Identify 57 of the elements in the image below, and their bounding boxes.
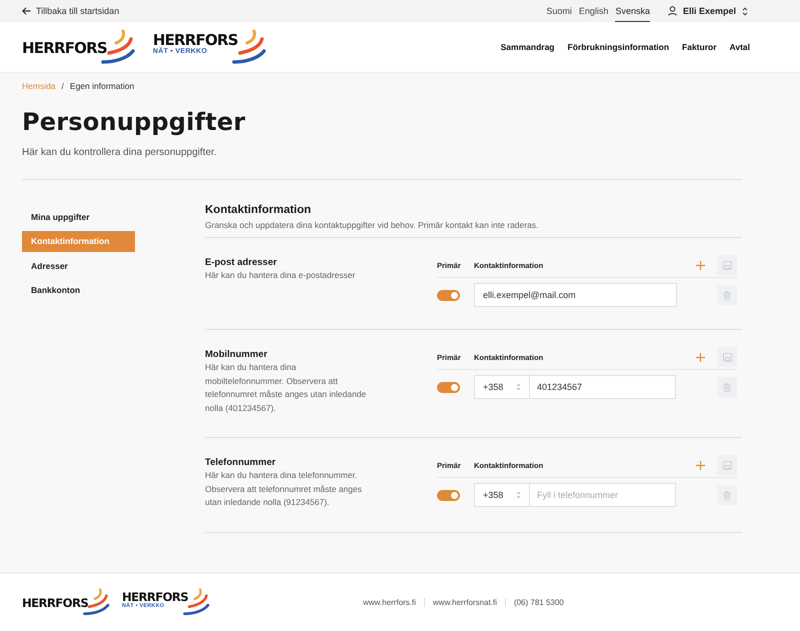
primary-toggle[interactable] [437, 290, 460, 300]
nav-link[interactable]: Sammandrag [500, 42, 554, 52]
brand-name: HERRFORS [22, 41, 107, 56]
trash-icon [723, 490, 731, 500]
chevron-updown-icon [516, 491, 521, 499]
primary-toggle[interactable] [437, 490, 460, 500]
delete-button[interactable] [717, 285, 737, 305]
section-description: Här kan du hantera dina telefonnummer. Observera att telefonnumret måste anges utan inledande nolla (91234567). [205, 469, 363, 509]
section-description: Här kan du hantera dina mobiltelefonnummer. Observera att telefonnumret måste anges utan inledande nolla (401234567). [205, 361, 368, 415]
section-title: Telefonnummer [205, 457, 277, 468]
breadcrumb-current: Egen information [70, 81, 134, 91]
section-description: Här kan du hantera dina e-postadresser [205, 269, 356, 282]
brand-name: HERRFORS [22, 598, 88, 610]
footer-link[interactable]: www.herrfors.fi [355, 598, 424, 607]
delete-button[interactable] [717, 485, 737, 505]
trash-icon [723, 290, 731, 300]
sidebar-item[interactable]: Mina uppgifter [22, 206, 135, 227]
user-name[interactable]: Elli Exempel [682, 6, 736, 16]
back-link[interactable]: Tillbaka till startsidan [22, 6, 120, 16]
language-tab[interactable]: English [578, 0, 608, 22]
sidebar-item[interactable]: Bankkonton [22, 280, 135, 300]
country-code-select[interactable]: +358 [474, 483, 530, 507]
footer-link[interactable]: www.herrforsnat.fi [424, 598, 505, 607]
page-subtitle: Här kan du kontrollera dina personuppgifter. [22, 147, 218, 158]
user-icon [668, 6, 677, 16]
chevron-updown-icon [516, 383, 521, 391]
brand-name: HERRFORS [152, 33, 238, 48]
phone-field[interactable]: 401234567 [530, 375, 676, 399]
section-title: Mobilnummer [205, 349, 268, 360]
nav-link[interactable]: Fakturor [682, 42, 717, 52]
save-icon [722, 260, 732, 270]
email-field[interactable]: elli.exempel@mail.com [474, 283, 677, 307]
arrow-left-icon [22, 7, 31, 15]
plus-icon[interactable] [696, 260, 705, 270]
content-description: Granska och uppdatera dina kontaktuppgifter vid behov. Primär kontakt kan inte raderas. [205, 220, 540, 230]
trash-icon [723, 382, 731, 392]
language-tab[interactable]: Suomi [546, 0, 572, 22]
page-title: Personuppgifter [22, 108, 246, 136]
country-code-select[interactable]: +358 [474, 375, 530, 399]
save-icon [722, 460, 732, 470]
save-button[interactable] [717, 347, 737, 367]
section-title: E-post adresser [205, 257, 278, 268]
plus-icon[interactable] [696, 352, 705, 362]
brand-name: HERRFORS [122, 592, 188, 604]
nav-link[interactable]: Avtal [730, 42, 750, 52]
chevron-updown-icon[interactable] [742, 6, 748, 16]
nav-link[interactable]: Förbrukningsinformation [568, 42, 670, 52]
save-button[interactable] [717, 455, 737, 475]
save-button[interactable] [717, 255, 737, 275]
delete-button[interactable] [717, 377, 737, 397]
breadcrumb-separator: / [62, 81, 64, 91]
save-icon [722, 352, 732, 362]
primary-toggle[interactable] [437, 382, 460, 392]
sidebar-item[interactable]: Adresser [22, 255, 135, 276]
plus-icon[interactable] [696, 460, 705, 470]
footer-link[interactable]: (06) 781 5300 [504, 598, 572, 607]
content-title: Kontaktinformation [205, 204, 312, 216]
